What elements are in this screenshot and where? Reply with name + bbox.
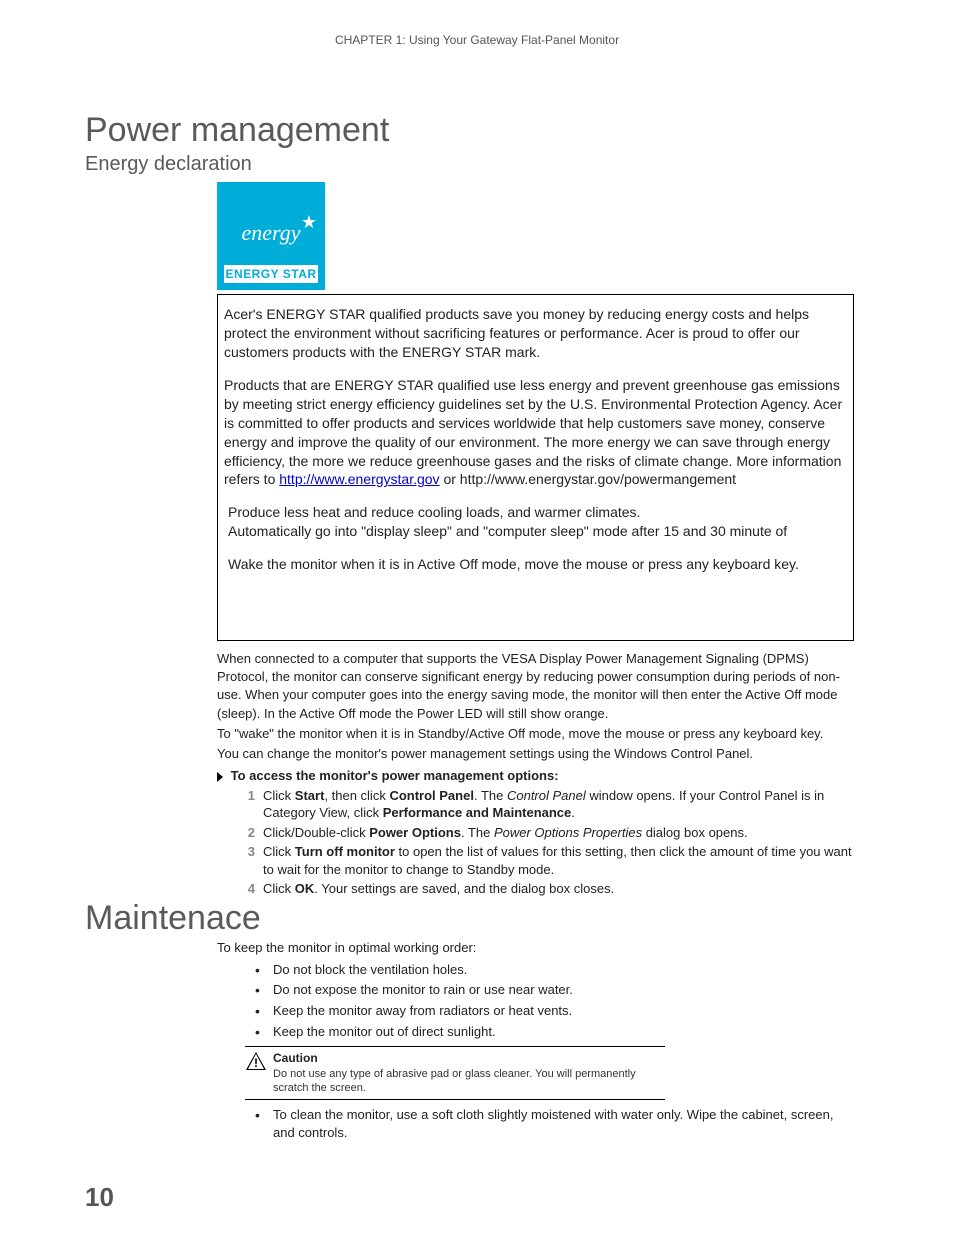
box-paragraph-1: Acer's ENERGY STAR qualified products sa… <box>224 305 847 362</box>
page-number: 10 <box>85 1180 114 1215</box>
steps-header: To access the monitor's power management… <box>217 767 854 785</box>
list-item: Keep the monitor out of direct sunlight. <box>255 1023 854 1041</box>
box-paragraph-3: Produce less heat and reduce cooling loa… <box>224 503 847 522</box>
maintenance-bullets: Do not block the ventilation holes. Do n… <box>255 961 854 1040</box>
maintenance-title: Maintenace <box>85 900 854 937</box>
energy-star-logo: energy ★ ENERGY STAR <box>217 182 325 290</box>
list-item: Do not block the ventilation holes. <box>255 961 854 979</box>
dpms-paragraph-2: To "wake" the monitor when it is in Stan… <box>217 725 854 743</box>
list-item: Keep the monitor away from radiators or … <box>255 1002 854 1020</box>
section-subtitle: Energy declaration <box>85 151 854 178</box>
arrow-right-icon <box>217 772 223 782</box>
step-1: 1 Click Start, then click Control Panel.… <box>235 787 854 822</box>
box-paragraph-2: Products that are ENERGY STAR qualified … <box>224 376 847 489</box>
page-content: Power management Energy declaration ener… <box>85 112 854 1144</box>
maintenance-intro: To keep the monitor in optimal working o… <box>217 939 854 957</box>
page-header: CHAPTER 1: Using Your Gateway Flat-Panel… <box>335 32 619 48</box>
step-2: 2 Click/Double-click Power Options. The … <box>235 824 854 842</box>
svg-text:!: ! <box>254 1056 258 1070</box>
box-paragraph-5: Wake the monitor when it is in Active Of… <box>224 555 847 574</box>
list-item: Do not expose the monitor to rain or use… <box>255 981 854 999</box>
maintenance-bullets-after: To clean the monitor, use a soft cloth s… <box>255 1106 854 1141</box>
dpms-section: When connected to a computer that suppor… <box>217 650 854 763</box>
steps-list: 1 Click Start, then click Control Panel.… <box>235 787 854 898</box>
step-3: 3 Click Turn off monitor to open the lis… <box>235 843 854 878</box>
caution-box: ! Caution Do not use any type of abrasiv… <box>245 1046 665 1100</box>
energy-star-box: Acer's ENERGY STAR qualified products sa… <box>217 294 854 641</box>
caution-title: Caution <box>273 1051 665 1067</box>
energystar-link[interactable]: http://www.energystar.gov <box>279 471 439 487</box>
caution-icon: ! <box>245 1051 267 1071</box>
list-item: To clean the monitor, use a soft cloth s… <box>255 1106 854 1141</box>
star-icon: ★ <box>301 210 317 234</box>
section-title: Power management <box>85 112 854 149</box>
caution-body: Do not use any type of abrasive pad or g… <box>273 1068 636 1094</box>
step-4: 4 Click OK. Your settings are saved, and… <box>235 880 854 898</box>
dpms-paragraph-3: You can change the monitor's power manag… <box>217 745 854 763</box>
document-page: CHAPTER 1: Using Your Gateway Flat-Panel… <box>0 0 954 1235</box>
dpms-paragraph-1: When connected to a computer that suppor… <box>217 650 854 723</box>
energy-star-band: ENERGY STAR <box>223 264 319 284</box>
box-paragraph-4: Automatically go into "display sleep" an… <box>224 522 847 541</box>
